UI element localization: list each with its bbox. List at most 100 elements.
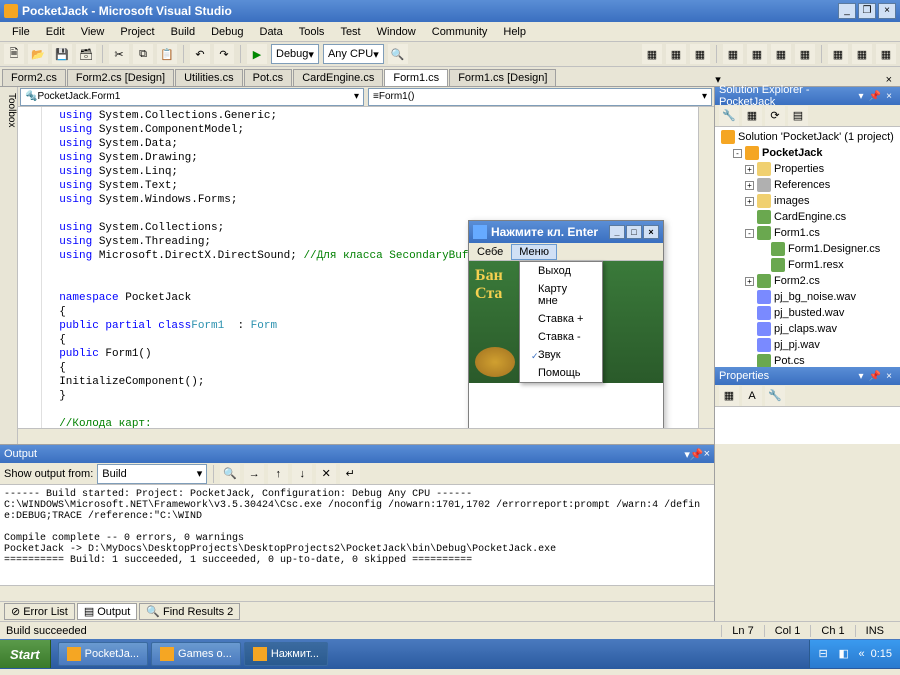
menu-view[interactable]: View — [73, 24, 113, 40]
close-button[interactable]: × — [878, 3, 896, 19]
tray-lang[interactable]: « — [858, 648, 864, 660]
categorized-icon[interactable]: ▦ — [719, 386, 739, 406]
bottom-tab[interactable]: ⊘Error List — [4, 603, 75, 620]
tree-item[interactable]: pj_busted.wav — [717, 305, 898, 321]
menu-help[interactable]: Help — [495, 24, 534, 40]
tree-item[interactable]: +Properties — [717, 161, 898, 177]
redo-icon[interactable]: ↷ — [214, 44, 234, 64]
toolbar-icon[interactable]: ▦ — [852, 44, 872, 64]
tree-item[interactable]: pj_bg_noise.wav — [717, 289, 898, 305]
file-tab[interactable]: Form2.cs — [2, 69, 66, 86]
menu-debug[interactable]: Debug — [203, 24, 251, 40]
panel-pin-icon[interactable]: 📌 — [868, 91, 882, 102]
output-text[interactable]: ------ Build started: Project: PocketJac… — [0, 485, 714, 585]
save-icon[interactable]: 💾 — [52, 44, 72, 64]
solution-tree[interactable]: Solution 'PocketJack' (1 project)-Pocket… — [715, 127, 900, 367]
properties-icon[interactable]: 🔧 — [765, 386, 785, 406]
toolbar-icon[interactable]: ▦ — [795, 44, 815, 64]
tree-item[interactable]: +images — [717, 193, 898, 209]
tree-item[interactable]: CardEngine.cs — [717, 209, 898, 225]
undo-icon[interactable]: ↶ — [190, 44, 210, 64]
scrollbar-horizontal[interactable] — [18, 428, 714, 444]
panel-dropdown-icon[interactable]: ▾ — [854, 91, 868, 102]
config-dropdown[interactable]: Debug ▾ — [271, 44, 319, 64]
class-dropdown[interactable]: 🔩 PocketJack.Form1▾ — [20, 88, 364, 106]
panel-pin-icon[interactable]: 📌 — [868, 371, 882, 382]
menu-project[interactable]: Project — [112, 24, 162, 40]
file-tab[interactable]: Form2.cs [Design] — [67, 69, 174, 86]
toolbar-icon[interactable]: ▦ — [828, 44, 848, 64]
new-project-icon[interactable]: 🗎 — [4, 44, 24, 64]
menu-tools[interactable]: Tools — [291, 24, 333, 40]
preview-menu-item[interactable]: Себе — [469, 244, 511, 260]
tree-item[interactable]: pj_claps.wav — [717, 321, 898, 337]
preview-menu-item[interactable]: Меню — [511, 244, 557, 260]
tab-close-icon[interactable]: × — [880, 74, 898, 86]
properties-icon[interactable]: 🔧 — [719, 106, 739, 126]
file-tab[interactable]: Pot.cs — [244, 69, 293, 86]
file-tab[interactable]: Form1.cs [Design] — [449, 69, 556, 86]
toolbar-icon[interactable]: ▦ — [723, 44, 743, 64]
toolbar-icon[interactable]: ▦ — [642, 44, 662, 64]
refresh-icon[interactable]: ⟳ — [765, 106, 785, 126]
preview-dropdown-item[interactable]: Помощь — [520, 364, 602, 382]
panel-close-icon[interactable]: × — [882, 91, 896, 102]
toolbar-icon[interactable]: ▦ — [876, 44, 896, 64]
output-find-icon[interactable]: 🔍 — [220, 464, 240, 484]
copy-icon[interactable]: ⧉ — [133, 44, 153, 64]
tree-item[interactable]: Form1.Designer.cs — [717, 241, 898, 257]
preview-minimize-button[interactable]: _ — [609, 225, 625, 239]
tray-icon[interactable]: ⊟ — [818, 647, 832, 661]
preview-dropdown-item[interactable]: Ставка + — [520, 310, 602, 328]
file-tab[interactable]: Form1.cs — [384, 69, 448, 86]
menu-data[interactable]: Data — [252, 24, 291, 40]
preview-dropdown-item[interactable]: Карту мне — [520, 280, 602, 310]
solution-root[interactable]: Solution 'PocketJack' (1 project) — [717, 129, 898, 145]
file-tab[interactable]: CardEngine.cs — [293, 69, 383, 86]
preview-maximize-button[interactable]: □ — [626, 225, 642, 239]
output-wrap-icon[interactable]: ↵ — [340, 464, 360, 484]
save-all-icon[interactable]: 🗃 — [76, 44, 96, 64]
tree-item[interactable]: Form1.resx — [717, 257, 898, 273]
file-tab[interactable]: Utilities.cs — [175, 69, 243, 86]
start-button[interactable]: Start — [0, 640, 51, 668]
show-all-icon[interactable]: ▦ — [742, 106, 762, 126]
taskbar-button[interactable]: Games o... — [151, 642, 241, 666]
bottom-tab[interactable]: ▤Output — [77, 603, 137, 620]
platform-dropdown[interactable]: Any CPU ▾ — [323, 44, 384, 64]
view-code-icon[interactable]: ▤ — [788, 106, 808, 126]
tree-item[interactable]: Pot.cs — [717, 353, 898, 367]
scrollbar-vertical[interactable] — [698, 107, 714, 428]
output-next-icon[interactable]: ↓ — [292, 464, 312, 484]
output-clear-icon[interactable]: ✕ — [316, 464, 336, 484]
menu-window[interactable]: Window — [369, 24, 424, 40]
toolbar-icon[interactable]: ▦ — [666, 44, 686, 64]
tree-item[interactable]: +References — [717, 177, 898, 193]
panel-close-icon[interactable]: × — [882, 371, 896, 382]
menu-edit[interactable]: Edit — [38, 24, 73, 40]
tree-item[interactable]: +Form2.cs — [717, 273, 898, 289]
panel-close-icon[interactable]: × — [704, 448, 710, 460]
system-tray[interactable]: ⊟ ◧ « 0:15 — [809, 640, 900, 668]
output-scrollbar[interactable] — [0, 585, 714, 601]
bottom-tab[interactable]: 🔍Find Results 2 — [139, 603, 240, 620]
toolbar-icon[interactable]: ▦ — [771, 44, 791, 64]
open-icon[interactable]: 📂 — [28, 44, 48, 64]
panel-pin-icon[interactable]: 📌 — [690, 448, 704, 461]
member-dropdown[interactable]: ≡ Form1()▾ — [368, 88, 712, 106]
toolbar-icon[interactable]: ▦ — [747, 44, 767, 64]
alphabetical-icon[interactable]: A — [742, 386, 762, 406]
start-debug-icon[interactable]: ▶ — [247, 44, 267, 64]
tray-icon[interactable]: ◧ — [838, 647, 852, 661]
output-prev-icon[interactable]: ↑ — [268, 464, 288, 484]
cut-icon[interactable]: ✂ — [109, 44, 129, 64]
preview-close-button[interactable]: × — [643, 225, 659, 239]
menu-community[interactable]: Community — [424, 24, 496, 40]
minimize-button[interactable]: _ — [838, 3, 856, 19]
toolbox-strip[interactable]: Toolbox — [0, 87, 18, 444]
tree-item[interactable]: pj_pj.wav — [717, 337, 898, 353]
find-icon[interactable]: 🔍 — [388, 44, 408, 64]
preview-dropdown-item[interactable]: Звук✓ — [520, 346, 602, 364]
taskbar-button[interactable]: PocketJa... — [58, 642, 148, 666]
output-goto-icon[interactable]: → — [244, 464, 264, 484]
